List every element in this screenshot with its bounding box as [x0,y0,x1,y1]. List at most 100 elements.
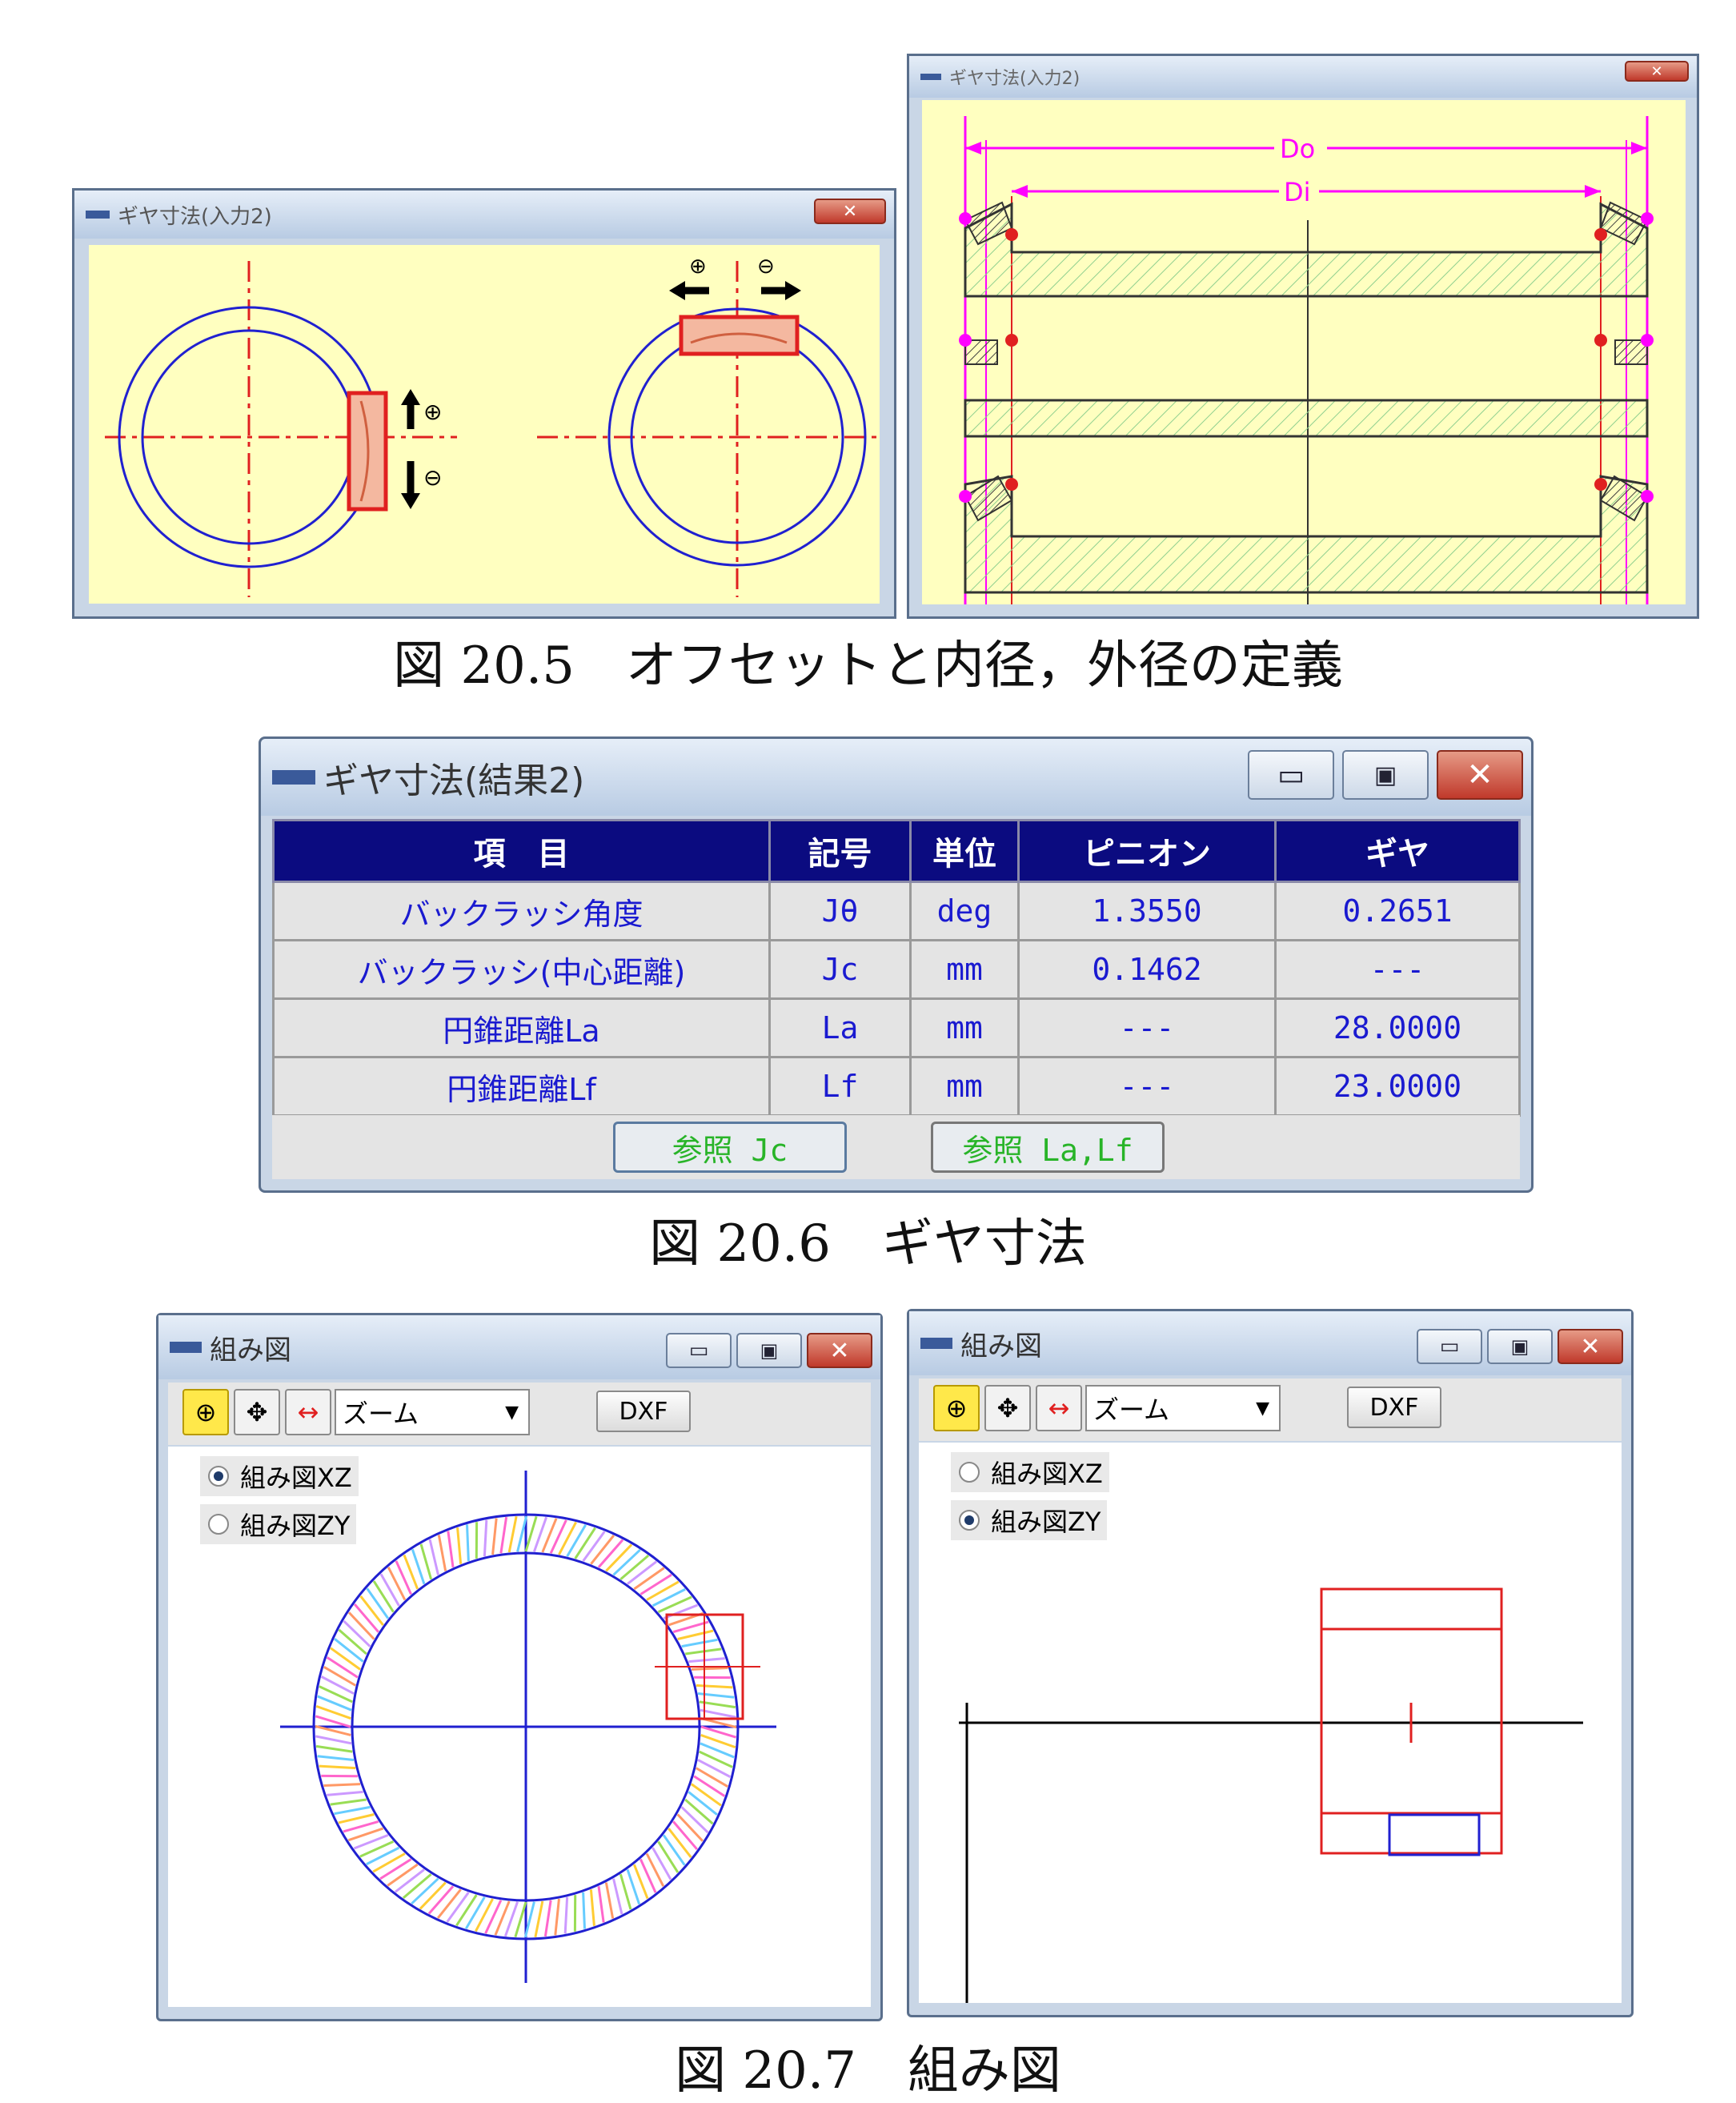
gear-cell: 0.2651 [1274,881,1521,941]
title-bar: ギヤ寸法(結果2) ▭ ▣ ✕ [261,739,1531,816]
radio-label: 組み図XZ [991,1459,1103,1489]
maximize-button[interactable]: ▣ [1487,1329,1553,1364]
minimize-button[interactable]: ▭ [1248,750,1334,800]
dxf-button[interactable]: DXF [596,1391,691,1432]
radio-indicator [959,1510,980,1531]
radio-label: 組み図ZY [991,1507,1101,1537]
table-header-row: 項 目 記号 単位 ピニオン ギヤ [272,819,1521,883]
gear-input-window-right: ギヤ寸法(入力2) ✕ Do Di [907,54,1699,619]
offset-diagram: ⊕ ⊖ ⊕ ⊖ [105,255,880,597]
toolbar: ⊕ ✥ ↔ ズーム ▼ DXF [168,1383,871,1445]
radio-assembly-xz[interactable]: 組み図XZ [200,1456,359,1496]
gear-cell: 28.0000 [1274,997,1521,1058]
arrow-right-icon [785,281,801,300]
arrow-up-icon [401,389,420,405]
item-cell: バックラッシ(中心距離) [272,939,771,1000]
column-header: 項 目 [272,819,771,883]
measure-icon[interactable]: ↔ [1036,1385,1082,1431]
gear-cell: 23.0000 [1274,1056,1521,1117]
radio-assembly-xz[interactable]: 組み図XZ [951,1452,1109,1492]
window-title: ギヤ寸法(入力2) [949,69,1080,89]
item-cell: 円錐距離La [272,997,771,1058]
pinion-section-box [1388,1813,1481,1856]
diameter-diagram: Do Di [959,116,1654,604]
unit-cell: deg [909,881,1020,941]
svg-text:⊕: ⊕ [689,255,707,279]
zoom-in-out-icon[interactable]: ⊕ [933,1385,980,1431]
maximize-button[interactable]: ▣ [736,1333,802,1368]
gear-result-window: ギヤ寸法(結果2) ▭ ▣ ✕ 項 目 記号 単位 ピニオン ギヤ バックラッシ… [259,736,1534,1193]
unit-cell: mm [909,939,1020,1000]
pan-icon[interactable]: ✥ [984,1385,1031,1431]
gear-cell: --- [1274,939,1521,1000]
symbol-cell: Jc [768,939,912,1000]
unit-cell: mm [909,997,1020,1058]
assembly-window-left: 組み図 ▭ ▣ ✕ ⊕ ✥ ↔ ズーム ▼ DXF 組み図XZ 組み図ZY [156,1313,883,2021]
di-label: Di [1284,177,1311,207]
ref-jc-button[interactable]: 参照 Jc [613,1122,847,1173]
result-table: 項 目 記号 単位 ピニオン ギヤ バックラッシ角度 Jθ deg 1.3550… [272,819,1521,1117]
radio-assembly-zy[interactable]: 組み図ZY [200,1504,357,1544]
window-title: 組み図 [210,1334,291,1367]
radio-indicator [208,1466,229,1487]
table-row: 円錐距離La La mm --- 28.0000 [272,997,1521,1058]
title-bar: 組み図 ▭ ▣ ✕ [909,1311,1631,1375]
arrow-left-icon [669,281,685,300]
svg-text:⊖: ⊖ [757,255,775,279]
table-row: 円錐距離Lf Lf mm --- 23.0000 [272,1056,1521,1117]
chevron-down-icon: ▼ [1256,1398,1269,1419]
ref-la-lf-button[interactable]: 参照 La,Lf [931,1122,1165,1173]
column-header: 単位 [909,819,1020,883]
item-cell: バックラッシ角度 [272,881,771,941]
title-bar: 組み図 ▭ ▣ ✕ [158,1315,880,1379]
column-header: 記号 [768,819,912,883]
pinion-cell: 0.1462 [1017,939,1277,1000]
title-bar: ギヤ寸法(入力2) ✕ [909,56,1697,98]
figure-caption-20-6: 図 20.6 ギヤ寸法 [649,1214,1087,1274]
minimize-button[interactable]: ▭ [666,1333,732,1368]
title-bar: ギヤ寸法(入力2) ✕ [74,191,894,239]
column-header: ピニオン [1017,819,1277,883]
app-icon [920,74,941,80]
pinion-cell: --- [1017,997,1277,1058]
zoom-select[interactable]: ズーム ▼ [1085,1385,1281,1431]
radio-label: 組み図XZ [240,1463,352,1493]
close-button[interactable]: ✕ [1437,750,1523,800]
app-icon [272,770,315,785]
do-label: Do [1280,134,1315,164]
unit-cell: mm [909,1056,1020,1117]
measure-icon[interactable]: ↔ [285,1389,331,1435]
toolbar: ⊕ ✥ ↔ ズーム ▼ DXF [919,1379,1622,1441]
pan-icon[interactable]: ✥ [234,1389,280,1435]
minimize-button[interactable]: ▭ [1417,1329,1482,1364]
zoom-in-out-icon[interactable]: ⊕ [182,1389,229,1435]
diameter-drawing-canvas: Do Di [922,100,1686,604]
close-button[interactable]: ✕ [814,199,886,224]
app-icon [86,211,110,219]
close-button[interactable]: ✕ [807,1333,872,1368]
figure-caption-20-7: 図 20.7 組み図 [675,2041,1061,2101]
offset-drawing-canvas: ⊕ ⊖ ⊕ ⊖ [89,245,880,604]
pinion-cell: 1.3550 [1017,881,1277,941]
minus-symbol: ⊖ [423,464,442,491]
window-title: 組み図 [960,1330,1042,1363]
maximize-button[interactable]: ▣ [1342,750,1429,800]
radio-indicator [959,1462,980,1483]
dxf-button[interactable]: DXF [1347,1387,1441,1428]
window-title: ギヤ寸法(結果2) [323,761,585,801]
plus-symbol: ⊕ [423,399,442,425]
zoom-select-value: ズーム [1093,1395,1170,1425]
table-row: バックラッシ角度 Jθ deg 1.3550 0.2651 [272,881,1521,941]
window-title: ギヤ寸法(入力2) [118,204,272,229]
zoom-select[interactable]: ズーム ▼ [335,1389,530,1435]
app-icon [920,1338,952,1349]
table-row: バックラッシ(中心距離) Jc mm 0.1462 --- [272,939,1521,1000]
radio-assembly-zy[interactable]: 組み図ZY [951,1500,1108,1540]
assembly-window-right: 組み図 ▭ ▣ ✕ ⊕ ✥ ↔ ズーム ▼ DXF 組み図XZ 組み図ZY [907,1309,1634,2017]
close-button[interactable]: ✕ [1625,61,1689,82]
close-button[interactable]: ✕ [1558,1329,1623,1364]
item-cell: 円錐距離Lf [272,1056,771,1117]
zoom-select-value: ズーム [343,1399,419,1429]
column-header: ギヤ [1274,819,1521,883]
figure-caption-20-5: 図 20.5 オフセットと内径，外径の定義 [393,636,1343,696]
